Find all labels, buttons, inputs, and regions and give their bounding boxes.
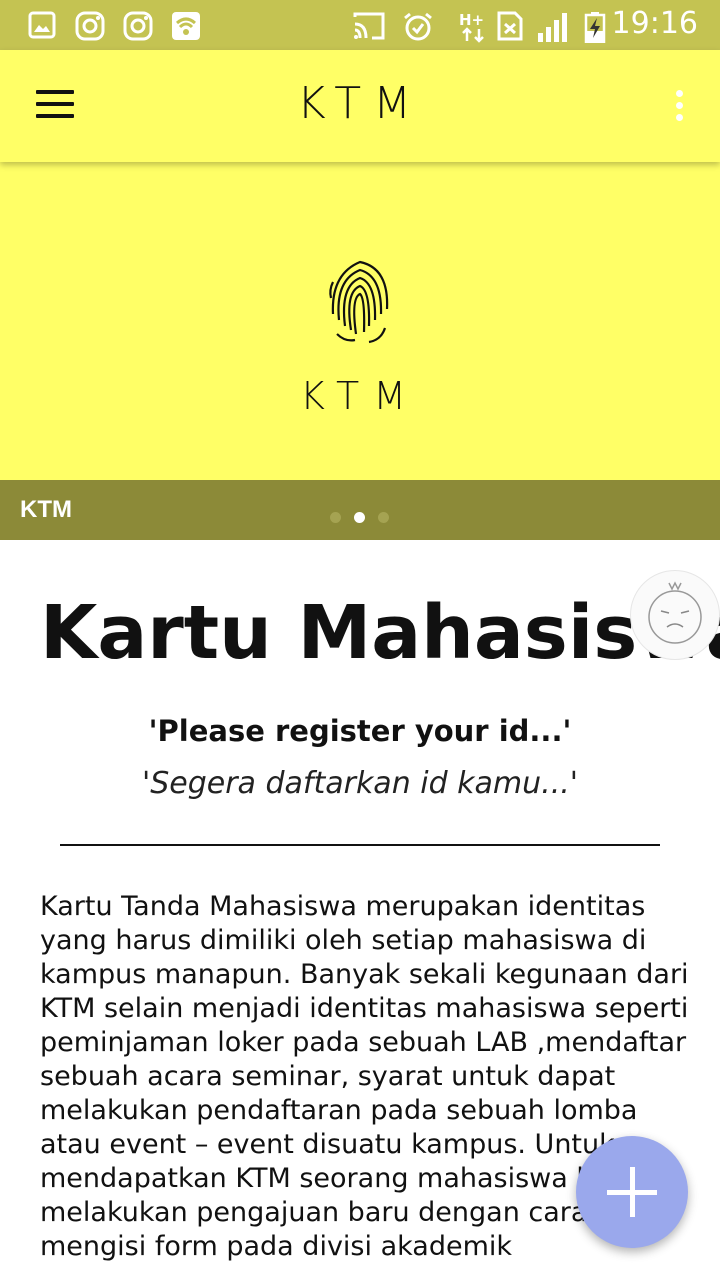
banner-logo-text: KTM	[300, 374, 420, 418]
instagram-icon	[75, 11, 105, 41]
subtitle-indonesian: 'Segera daftarkan id kamu...'	[141, 766, 579, 801]
slide-dot[interactable]	[330, 512, 341, 523]
slide-dot-active[interactable]	[354, 512, 365, 523]
cast-icon	[353, 12, 385, 40]
slide-caption-bar: KTM	[0, 480, 720, 540]
slide-indicator	[330, 508, 402, 527]
slide-dot[interactable]	[378, 512, 389, 523]
network-h-plus-icon: H+	[459, 11, 484, 43]
add-button[interactable]	[576, 1136, 688, 1248]
fingerprint-icon	[329, 260, 389, 344]
slide-caption: KTM	[20, 496, 72, 523]
banner-slide[interactable]: KTM	[0, 162, 720, 480]
clock: 19:16	[611, 6, 698, 41]
battery-charging-icon	[584, 12, 606, 43]
signal-icon	[538, 13, 567, 42]
instagram-icon	[123, 11, 153, 41]
divider	[60, 844, 660, 846]
gallery-icon	[28, 11, 56, 39]
status-bar: H+ 19:16	[0, 0, 720, 50]
app-bar: KTM	[0, 50, 720, 162]
more-vertical-icon[interactable]	[676, 90, 684, 124]
alarm-icon	[404, 12, 432, 41]
svg-text:H+: H+	[459, 11, 484, 29]
wifi-icon	[172, 12, 200, 40]
assistant-face-icon[interactable]	[630, 570, 720, 660]
sim-icon	[497, 11, 523, 41]
app-title: KTM	[296, 78, 424, 129]
subtitle-english: 'Please register your id...'	[148, 714, 572, 748]
page-heading: Kartu Mahasiswa	[40, 590, 720, 676]
